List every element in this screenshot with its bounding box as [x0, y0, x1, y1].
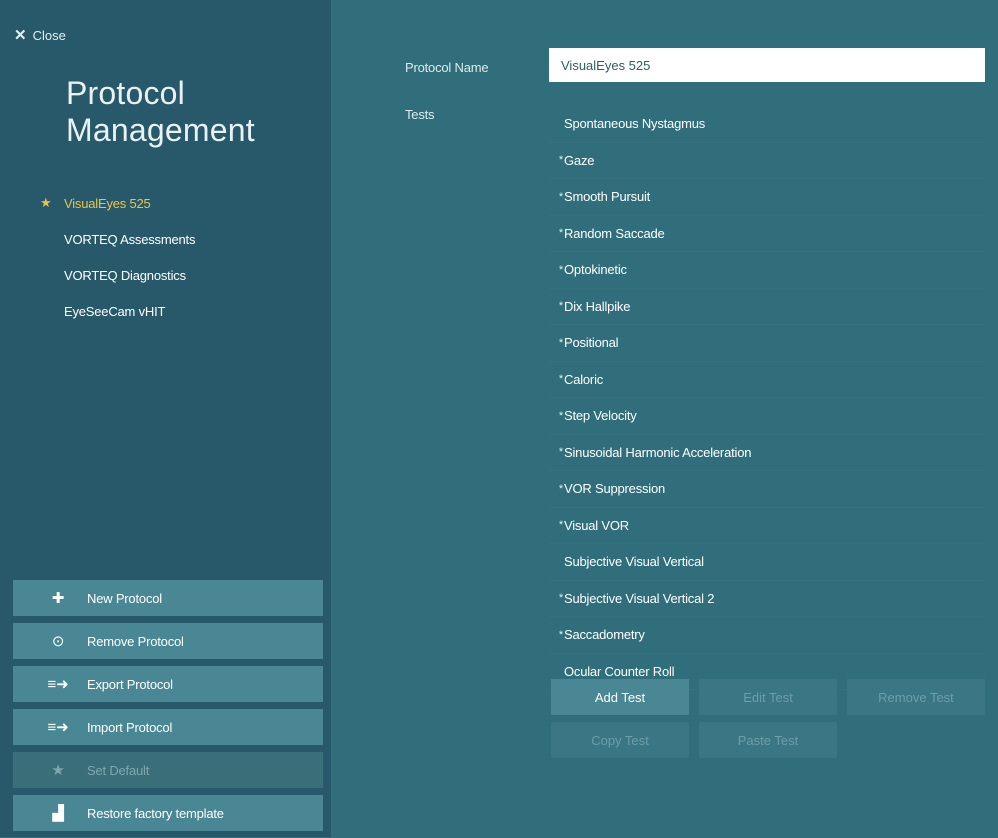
test-item-label: Random Saccade: [564, 225, 665, 241]
paste-test-button[interactable]: Paste Test: [699, 722, 837, 758]
test-item-label: VOR Suppression: [564, 481, 666, 497]
tests-label: Tests: [405, 107, 435, 122]
test-item-positional[interactable]: * Positional: [549, 325, 985, 362]
export-icon: ≡➜: [47, 676, 69, 693]
plus-icon: ✚: [51, 590, 65, 607]
test-item-visual-vor[interactable]: * Visual VOR: [549, 508, 985, 545]
test-item-label: Ocular Counter Roll: [564, 663, 675, 679]
import-protocol-button[interactable]: ≡➜ Import Protocol: [13, 709, 323, 745]
required-marker: *: [558, 592, 563, 605]
test-item-subjective-visual-vertical-2[interactable]: * Subjective Visual Vertical 2: [549, 581, 985, 618]
copy-test-button[interactable]: Copy Test: [551, 722, 689, 758]
test-item-vor-suppression[interactable]: * VOR Suppression: [549, 471, 985, 508]
required-marker: *: [558, 263, 563, 276]
required-marker: *: [558, 336, 563, 349]
protocol-actions: ✚ New Protocol ⊙ Remove Protocol ≡➜ Expo…: [13, 580, 323, 838]
protocol-item-visualeyes-525[interactable]: ★ VisualEyes 525: [40, 185, 195, 221]
edit-test-button[interactable]: Edit Test: [699, 679, 837, 715]
remove-circle-icon: ⊙: [51, 633, 65, 650]
protocol-item-eyeseecam-vhit[interactable]: EyeSeeCam vHIT: [40, 293, 195, 329]
required-marker: *: [558, 409, 563, 422]
page-title: Protocol Management: [66, 75, 255, 149]
required-marker: *: [558, 482, 563, 495]
required-marker: *: [558, 628, 563, 641]
export-protocol-label: Export Protocol: [87, 676, 173, 692]
required-marker: *: [558, 190, 563, 203]
test-item-random-saccade[interactable]: * Random Saccade: [549, 216, 985, 253]
test-item-label: Gaze: [564, 152, 595, 168]
test-item-label: Sinusoidal Harmonic Acceleration: [564, 444, 752, 460]
sidebar: ✕ Close Protocol Management ★ VisualEyes…: [0, 0, 331, 837]
required-marker: *: [558, 373, 563, 386]
test-item-label: Positional: [564, 335, 619, 351]
protocol-item-label: EyeSeeCam vHIT: [64, 303, 166, 319]
close-label: Close: [32, 27, 66, 43]
test-item-label: Saccadometry: [564, 627, 645, 643]
required-marker: *: [558, 446, 563, 459]
test-item-saccadometry[interactable]: * Saccadometry: [549, 617, 985, 654]
new-protocol-label: New Protocol: [87, 590, 162, 606]
tests-list: Spontaneous Nystagmus * Gaze * Smooth Purs…: [549, 106, 985, 690]
protocol-item-label: VisualEyes 525: [64, 195, 151, 211]
star-icon: ★: [51, 762, 65, 779]
test-item-label: Subjective Visual Vertical 2: [564, 590, 715, 606]
test-item-label: Step Velocity: [564, 408, 637, 424]
test-item-sinusoidal-harmonic-acceleration[interactable]: * Sinusoidal Harmonic Acceleration: [549, 435, 985, 472]
export-protocol-button[interactable]: ≡➜ Export Protocol: [13, 666, 323, 702]
test-item-label: Visual VOR: [564, 517, 629, 533]
test-item-dix-hallpike[interactable]: * Dix Hallpike: [549, 289, 985, 326]
protocol-name-label: Protocol Name: [405, 60, 489, 75]
import-icon: ≡➜: [47, 719, 69, 736]
required-marker: *: [558, 154, 563, 167]
page-title-line1: Protocol: [66, 75, 185, 111]
restore-icon: ▟: [52, 805, 64, 822]
test-item-subjective-visual-vertical[interactable]: Subjective Visual Vertical: [549, 544, 985, 581]
protocol-item-label: VORTEQ Diagnostics: [64, 267, 186, 283]
test-item-smooth-pursuit[interactable]: * Smooth Pursuit: [549, 179, 985, 216]
close-icon: ✕: [14, 27, 27, 44]
required-marker: *: [558, 300, 563, 313]
test-item-label: Spontaneous Nystagmus: [564, 116, 706, 132]
test-item-spontaneous-nystagmus[interactable]: Spontaneous Nystagmus: [549, 106, 985, 143]
test-item-step-velocity[interactable]: * Step Velocity: [549, 398, 985, 435]
test-item-label: Subjective Visual Vertical: [564, 554, 704, 570]
test-item-label: Smooth Pursuit: [564, 189, 651, 205]
new-protocol-button[interactable]: ✚ New Protocol: [13, 580, 323, 616]
test-item-gaze[interactable]: * Gaze: [549, 143, 985, 180]
test-item-optokinetic[interactable]: * Optokinetic: [549, 252, 985, 289]
protocol-name-input[interactable]: [549, 48, 985, 82]
restore-factory-template-button[interactable]: ▟ Restore factory template: [13, 795, 323, 831]
test-item-label: Optokinetic: [564, 262, 627, 278]
set-default-label: Set Default: [87, 762, 150, 778]
protocol-item-vorteq-diagnostics[interactable]: VORTEQ Diagnostics: [40, 257, 195, 293]
add-test-button[interactable]: Add Test: [551, 679, 689, 715]
remove-protocol-label: Remove Protocol: [87, 633, 184, 649]
test-item-caloric[interactable]: * Caloric: [549, 362, 985, 399]
protocol-item-vorteq-assessments[interactable]: VORTEQ Assessments: [40, 221, 195, 257]
set-default-button[interactable]: ★ Set Default: [13, 752, 323, 788]
protocol-list: ★ VisualEyes 525 VORTEQ Assessments VORT…: [40, 185, 195, 329]
protocol-item-label: VORTEQ Assessments: [64, 231, 196, 247]
remove-test-button[interactable]: Remove Test: [847, 679, 985, 715]
close-button[interactable]: ✕ Close: [14, 26, 66, 44]
star-icon: ★: [40, 195, 52, 210]
test-item-label: Caloric: [564, 371, 604, 387]
test-item-label: Dix Hallpike: [564, 298, 631, 314]
page-title-line2: Management: [66, 112, 255, 148]
import-protocol-label: Import Protocol: [87, 719, 173, 735]
required-marker: *: [558, 227, 563, 240]
remove-protocol-button[interactable]: ⊙ Remove Protocol: [13, 623, 323, 659]
restore-factory-template-label: Restore factory template: [87, 805, 224, 821]
required-marker: *: [558, 519, 563, 532]
